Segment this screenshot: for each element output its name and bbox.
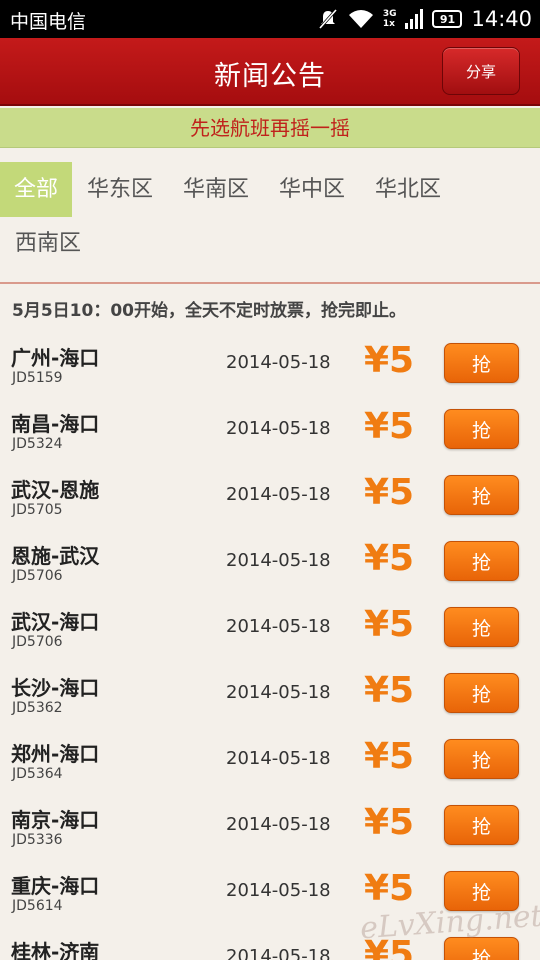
clock: 14:40	[471, 7, 532, 31]
flight-price: ¥5	[364, 802, 415, 843]
flight-date: 2014-05-18	[226, 550, 331, 571]
grab-button[interactable]: 抢	[444, 409, 519, 449]
notification-muted-icon	[318, 9, 337, 29]
grab-button[interactable]: 抢	[444, 673, 519, 713]
grab-button[interactable]: 抢	[444, 805, 519, 845]
grab-button[interactable]: 抢	[444, 607, 519, 647]
flight-number: JD5706	[12, 568, 63, 584]
flight-date: 2014-05-18	[226, 484, 331, 505]
divider	[0, 282, 540, 284]
battery-icon: 91	[432, 10, 463, 28]
flight-number: JD5705	[12, 502, 63, 518]
flight-route: 郑州-海口	[11, 742, 100, 766]
app-header: 新闻公告 分享	[0, 38, 540, 106]
flight-number: JD5324	[12, 436, 63, 452]
flight-route: 南京-海口	[11, 808, 100, 832]
flight-date: 2014-05-18	[226, 946, 331, 960]
flight-route: 武汉-恩施	[11, 478, 100, 502]
tab-region-north[interactable]: 华北区	[360, 162, 456, 217]
flight-number: JD5336	[12, 832, 63, 848]
flight-route: 武汉-海口	[11, 610, 100, 634]
flight-date: 2014-05-18	[226, 616, 331, 637]
grab-button[interactable]: 抢	[444, 343, 519, 383]
tab-region-central[interactable]: 华中区	[264, 162, 360, 217]
wifi-icon	[348, 10, 373, 28]
flight-number: JD5159	[12, 370, 63, 386]
flight-number: JD5614	[12, 898, 63, 914]
flight-date: 2014-05-18	[226, 748, 331, 769]
flight-price: ¥5	[364, 736, 415, 777]
status-icons: 3G 1x 91 14:40	[317, 5, 532, 33]
flight-route: 桂林-济南	[11, 940, 100, 960]
flight-date: 2014-05-18	[226, 880, 331, 901]
flight-row: 长沙-海口 JD5362 2014-05-18 ¥5 抢	[0, 668, 540, 734]
flight-row: 郑州-海口 JD5364 2014-05-18 ¥5 抢	[0, 734, 540, 800]
flight-date: 2014-05-18	[226, 814, 331, 835]
signal-icon	[405, 9, 424, 29]
carrier-label: 中国电信	[10, 11, 87, 33]
flight-row: 武汉-海口 JD5706 2014-05-18 ¥5 抢	[0, 602, 540, 668]
tab-region-east[interactable]: 华东区	[72, 162, 168, 217]
tab-region-all[interactable]: 全部	[0, 162, 72, 217]
ticket-notice: 5月5日10：00开始，全天不定时放票，抢完即止。	[12, 301, 406, 321]
flight-price: ¥5	[364, 538, 415, 579]
flight-row: 武汉-恩施 JD5705 2014-05-18 ¥5 抢	[0, 470, 540, 536]
flight-price: ¥5	[364, 472, 415, 513]
flight-price: ¥5	[364, 670, 415, 711]
network-type: 3G 1x	[382, 9, 397, 29]
flight-number: JD5706	[12, 634, 63, 650]
flight-route: 广州-海口	[11, 346, 100, 370]
tab-region-southwest[interactable]: 西南区	[0, 216, 96, 271]
flight-row: 南京-海口 JD5336 2014-05-18 ¥5 抢	[0, 800, 540, 866]
flight-number: JD5364	[12, 766, 63, 782]
flight-row: 广州-海口 JD5159 2014-05-18 ¥5 抢	[0, 338, 540, 404]
flight-price: ¥5	[364, 340, 415, 381]
flight-route: 恩施-武汉	[11, 544, 100, 568]
flight-date: 2014-05-18	[226, 682, 331, 703]
flight-route: 南昌-海口	[11, 412, 100, 436]
grab-button[interactable]: 抢	[444, 739, 519, 779]
flight-route: 长沙-海口	[11, 676, 100, 700]
flight-price: ¥5	[364, 604, 415, 645]
flight-date: 2014-05-18	[226, 418, 331, 439]
flight-row: 恩施-武汉 JD5706 2014-05-18 ¥5 抢	[0, 536, 540, 602]
flight-route: 重庆-海口	[11, 874, 100, 898]
grab-button[interactable]: 抢	[444, 475, 519, 515]
tab-region-south[interactable]: 华南区	[168, 162, 264, 217]
share-button[interactable]: 分享	[442, 47, 520, 95]
grab-button[interactable]: 抢	[444, 937, 519, 960]
status-bar: 中国电信 3G 1x 91 14:40	[0, 0, 540, 38]
flight-date: 2014-05-18	[226, 352, 331, 373]
shake-banner[interactable]: 先选航班再摇一摇	[0, 108, 540, 148]
flight-price: ¥5	[364, 406, 415, 447]
flight-price: ¥5	[364, 868, 415, 909]
grab-button[interactable]: 抢	[444, 541, 519, 581]
flight-number: JD5362	[12, 700, 63, 716]
flight-row: 南昌-海口 JD5324 2014-05-18 ¥5 抢	[0, 404, 540, 470]
